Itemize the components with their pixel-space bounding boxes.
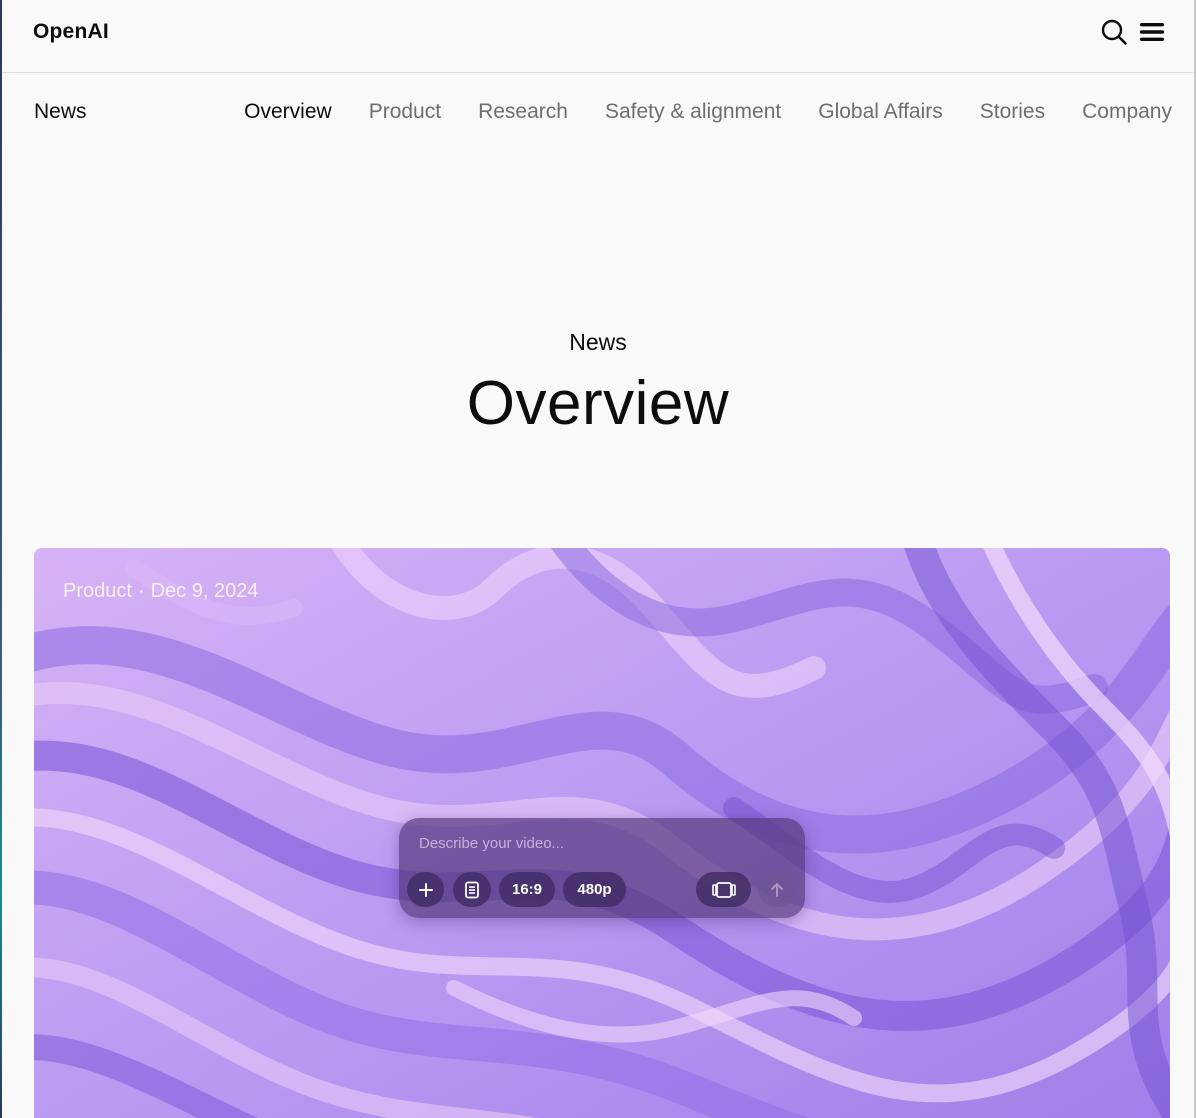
meta-separator: · bbox=[137, 580, 145, 602]
tab-product[interactable]: Product bbox=[369, 100, 441, 124]
window-edge bbox=[0, 0, 2, 1118]
article-meta: Product · Dec 9, 2024 bbox=[63, 580, 258, 603]
openai-logo[interactable]: OpenAI bbox=[33, 20, 109, 44]
page-title: Overview bbox=[466, 369, 730, 438]
tab-company[interactable]: Company bbox=[1082, 100, 1172, 124]
arrow-up-icon[interactable] bbox=[758, 872, 795, 907]
page: OpenAI News Overview Product Research Sa… bbox=[0, 0, 1196, 1118]
tab-research[interactable]: Research bbox=[478, 100, 568, 124]
section-title[interactable]: News bbox=[34, 100, 87, 124]
hero-eyebrow: News bbox=[569, 329, 627, 355]
featured-article-card[interactable]: Product · Dec 9, 2024 16:9 480p bbox=[34, 548, 1170, 1118]
header-actions bbox=[1100, 18, 1166, 46]
tab-stories[interactable]: Stories bbox=[980, 100, 1045, 124]
video-frames-icon[interactable] bbox=[696, 872, 751, 907]
search-icon[interactable] bbox=[1100, 18, 1128, 46]
article-category[interactable]: Product bbox=[63, 580, 132, 603]
section-tabs: Overview Product Research Safety & align… bbox=[244, 100, 1172, 124]
article-date: Dec 9, 2024 bbox=[150, 580, 259, 602]
hamburger-menu-icon[interactable] bbox=[1138, 18, 1166, 46]
plus-icon[interactable] bbox=[407, 872, 444, 907]
tab-global-affairs[interactable]: Global Affairs bbox=[818, 100, 943, 124]
top-header: OpenAI bbox=[2, 0, 1194, 73]
video-prompt-input[interactable] bbox=[419, 835, 779, 852]
section-nav: News Overview Product Research Safety & … bbox=[2, 73, 1194, 153]
storyboard-icon[interactable] bbox=[453, 872, 491, 907]
tab-overview[interactable]: Overview bbox=[244, 100, 332, 124]
tab-safety-alignment[interactable]: Safety & alignment bbox=[605, 100, 781, 124]
resolution-button[interactable]: 480p bbox=[563, 872, 626, 907]
video-prompt-panel: 16:9 480p bbox=[399, 818, 805, 918]
prompt-toolbar: 16:9 480p bbox=[407, 872, 797, 907]
aspect-ratio-button[interactable]: 16:9 bbox=[499, 872, 555, 907]
